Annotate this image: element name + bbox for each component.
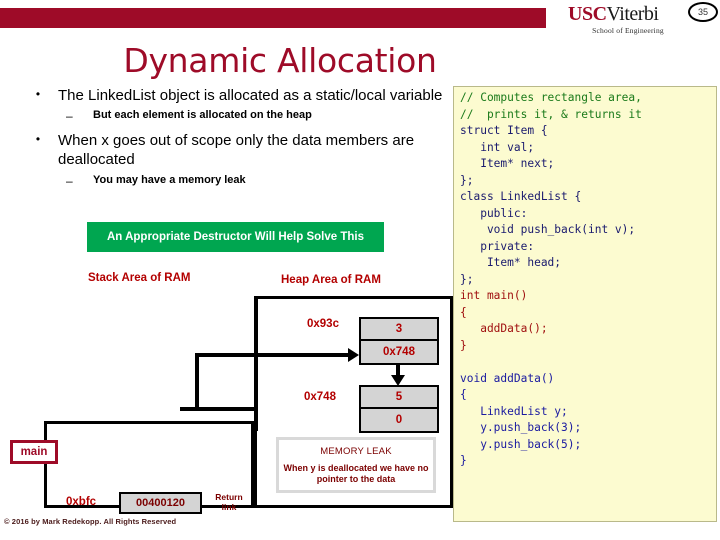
bullet-text: When x goes out of scope only the data m… <box>58 132 415 169</box>
heap-node-address-label: 0x748 <box>304 391 336 403</box>
code-line: int val; <box>460 140 535 154</box>
memory-leak-title: MEMORY LEAK <box>320 446 392 457</box>
code-line: int main() <box>460 289 528 302</box>
bullet-marker: • <box>35 132 41 147</box>
bullet-text: But each element is allocated on the hea… <box>93 109 312 122</box>
code-line: }; <box>460 272 474 286</box>
bullet-item: • When x goes out of scope only the data… <box>18 131 448 169</box>
memory-leak-description: When y is deallocated we have no pointer… <box>283 463 429 485</box>
page-title: Dynamic Allocation <box>123 41 437 80</box>
heap-node-value-cell: 5 <box>361 387 437 409</box>
code-line: // Computes rectangle area, <box>460 91 642 104</box>
code-line: }; <box>460 173 474 187</box>
bullet-marker: – <box>66 109 73 124</box>
code-line: } <box>460 338 467 352</box>
connector-line-to-node1 <box>195 353 355 357</box>
code-line: y.push_back(5); <box>460 437 582 451</box>
copyright-notice: © 2016 by Mark Redekopp. All Rights Rese… <box>4 517 177 526</box>
heap-node-value-cell: 3 <box>361 319 437 341</box>
usc-logo-viterbi-text: Viterbi <box>606 3 659 25</box>
code-line: public: <box>460 206 528 220</box>
code-line: // prints it, & returns it <box>460 107 642 121</box>
code-line: addData(); <box>460 322 548 335</box>
bullet-text: The LinkedList object is allocated as a … <box>58 87 443 104</box>
code-line: { <box>460 305 467 319</box>
code-line: { <box>460 388 467 401</box>
usc-viterbi-logo: USCViterbi School of Engineering <box>568 4 688 35</box>
code-line: void addData() <box>460 371 555 385</box>
usc-logo-usc-text: USC <box>568 3 607 25</box>
memory-diagram: Stack Area of RAM Heap Area of RAM main … <box>0 262 455 514</box>
usc-logo-school-text: School of Engineering <box>592 26 664 35</box>
bullet-marker: – <box>66 173 73 188</box>
stack-address-label: 0xbfc <box>66 496 97 508</box>
return-link-label: Return link <box>215 492 243 512</box>
code-line: y.push_back(3); <box>460 421 582 434</box>
code-line: LinkedList y; <box>460 404 568 418</box>
heap-node-next-cell: 0x748 <box>383 346 415 358</box>
bullet-item: • The LinkedList object is allocated as … <box>18 86 448 105</box>
bullet-marker: • <box>35 87 41 101</box>
bullet-item: – You may have a memory leak <box>18 174 448 189</box>
heap-area-label: Heap Area of RAM <box>281 274 381 286</box>
code-line: private: <box>460 239 535 253</box>
bullet-item: – But each element is allocated on the h… <box>18 109 448 124</box>
connector-line-horizontal-lower <box>180 407 258 411</box>
heap-node-box: 3 0x748 <box>359 317 439 365</box>
main-frame-label: main <box>10 440 58 464</box>
arrow-head-to-node1-icon <box>348 348 359 362</box>
stack-return-link-cell: 00400120 <box>119 492 202 514</box>
memory-leak-note: MEMORY LEAK When y is deallocated we hav… <box>276 437 436 493</box>
bullet-list: • The LinkedList object is allocated as … <box>18 86 448 196</box>
stack-area-label: Stack Area of RAM <box>88 272 191 284</box>
code-panel: // Computes rectangle area, // prints it,… <box>453 86 717 522</box>
slide-number-badge: 35 <box>688 2 718 22</box>
heap-node-box: 5 0 <box>359 385 439 433</box>
connector-line-vertical <box>195 353 199 411</box>
code-line: class LinkedList { <box>460 190 582 203</box>
code-line: Item* next; <box>460 157 555 170</box>
heap-node-address-label: 0x93c <box>307 318 339 330</box>
code-line: Item* head; <box>460 256 562 269</box>
code-line: void push_back(int v); <box>460 223 636 236</box>
bullet-text: You may have a memory leak <box>93 173 246 186</box>
code-line: } <box>460 454 467 467</box>
code-line: struct Item { <box>460 124 548 137</box>
destructor-callout-banner: An Appropriate Destructor Will Help Solv… <box>87 222 384 252</box>
heap-node-next-cell: 0 <box>395 414 403 426</box>
header-accent-bar <box>0 8 546 28</box>
usc-wordmark: USCViterbi <box>568 4 688 24</box>
